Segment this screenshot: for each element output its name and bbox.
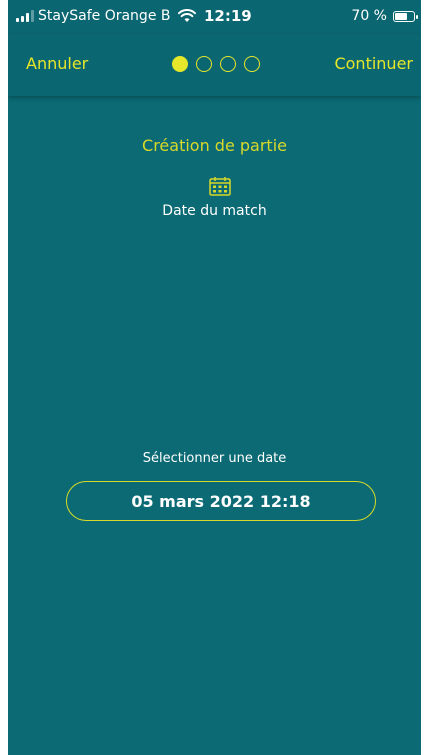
status-bar: StaySafe Orange B 12:19 70 % — [8, 0, 421, 34]
step-subtitle: Date du match — [162, 203, 267, 219]
step-dot-2 — [196, 56, 212, 72]
cancel-button[interactable]: Annuler — [26, 54, 88, 73]
date-picker-button[interactable]: 05 mars 2022 12:18 — [66, 481, 376, 521]
wifi-icon — [178, 9, 197, 22]
carrier-name: StaySafe Orange B — [38, 8, 171, 24]
date-select-label: Sélectionner une date — [142, 451, 287, 466]
step-indicator — [172, 56, 260, 72]
step-dot-3 — [220, 56, 236, 72]
status-time: 12:19 — [204, 7, 252, 25]
navigation-bar: Annuler Continuer — [8, 34, 421, 96]
battery-percent: 70 % — [351, 8, 387, 24]
battery-icon — [393, 10, 418, 22]
page-title: Création de partie — [142, 136, 287, 155]
calendar-icon — [209, 177, 231, 196]
signal-icon — [16, 10, 34, 22]
step-dot-1 — [172, 56, 188, 72]
status-left: StaySafe Orange B — [16, 8, 197, 24]
continue-button[interactable]: Continuer — [334, 54, 413, 73]
app-screen: StaySafe Orange B 12:19 70 % Annuler Con… — [8, 0, 421, 755]
battery-fill — [395, 12, 407, 20]
step-dot-4 — [244, 56, 260, 72]
status-right: 70 % — [351, 8, 418, 24]
